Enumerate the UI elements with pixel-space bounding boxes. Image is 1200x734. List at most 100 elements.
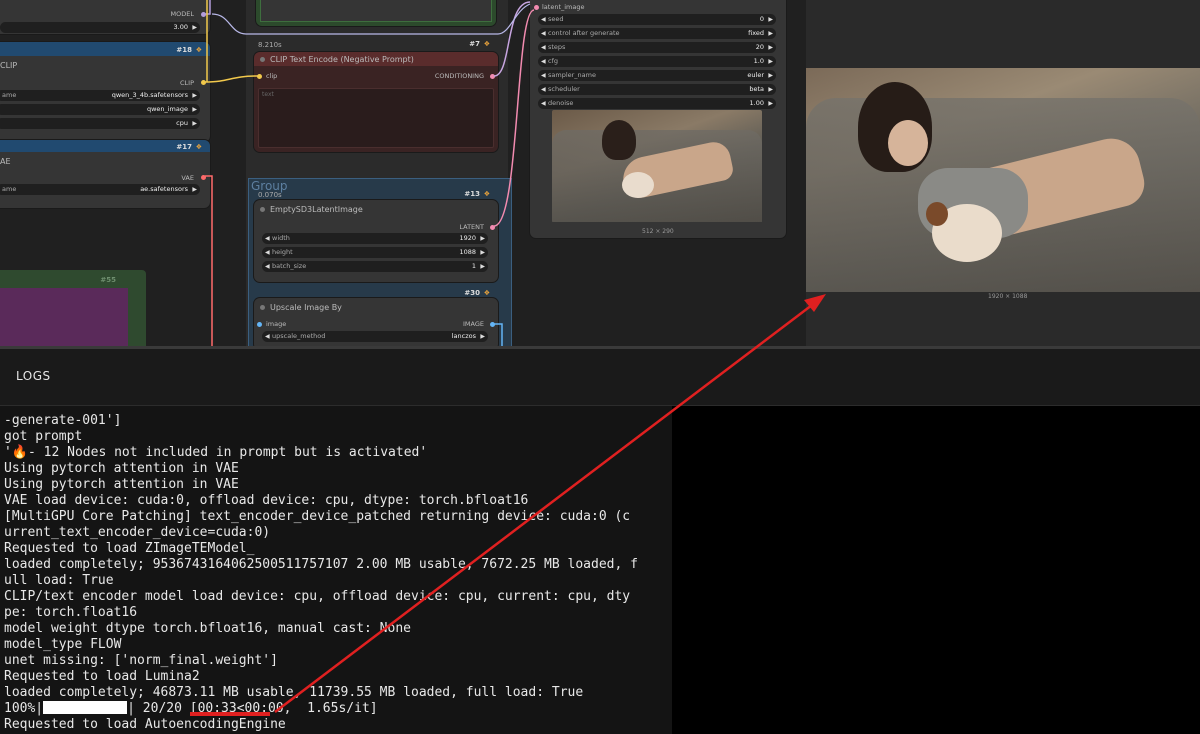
- ksampler-widget-seed[interactable]: ◀ seed 0 ▶: [538, 14, 776, 25]
- dropdown-arrow-icon[interactable]: ▶: [192, 104, 197, 115]
- image-input-dot[interactable]: [257, 322, 262, 327]
- progress-line: 100%| | 20/20 [00:33<00:00, 1.65s/it]: [4, 701, 378, 716]
- decrement-arrow-icon[interactable]: ◀: [265, 247, 270, 258]
- model-sampling-node[interactable]: MODEL 3.00 ▶: [0, 0, 210, 34]
- node-title: AE: [0, 157, 11, 166]
- log-line: Requested to load AutoencodingEngine: [4, 717, 286, 732]
- preview-size-label: 512 × 290: [642, 228, 674, 235]
- shift-widget[interactable]: 3.00 ▶: [0, 22, 200, 33]
- log-line: ull load: True: [4, 573, 114, 588]
- latent-input-label: latent_image: [542, 3, 585, 11]
- clip-device-widget[interactable]: cpu ▶: [0, 118, 200, 129]
- ksampler-preview-image[interactable]: [552, 110, 762, 222]
- log-line: model weight dtype torch.bfloat16, manua…: [4, 621, 411, 636]
- node-icon: ❖: [483, 190, 490, 198]
- upscale-image-node[interactable]: #30 ❖ Upscale Image By image IMAGE ◀ ups…: [254, 289, 498, 346]
- height-widget[interactable]: ◀ height 1088 ▶: [262, 247, 488, 258]
- collapse-dot[interactable]: [260, 207, 265, 212]
- negative-prompt-node[interactable]: #7 ❖ CLIP Text Encode (Negative Prompt) …: [254, 40, 498, 152]
- ksampler-widget-denoise[interactable]: ◀ denoise 1.00 ▶: [538, 98, 776, 109]
- ksampler-widget-scheduler[interactable]: ◀ scheduler beta ▶: [538, 84, 776, 95]
- clip-loader-node[interactable]: #18 ❖ CLIP CLIP ame qwen_3_4b.safetensor…: [0, 42, 210, 142]
- image-preview-panel: 1920 × 1088: [806, 0, 1200, 346]
- decrement-arrow-icon[interactable]: ◀: [541, 70, 546, 81]
- increment-arrow-icon[interactable]: ▶: [480, 233, 485, 244]
- increment-arrow-icon[interactable]: ▶: [768, 84, 773, 95]
- collapse-dot[interactable]: [260, 305, 265, 310]
- log-line: pe: torch.float16: [4, 605, 138, 620]
- log-line: Using pytorch attention in VAE: [4, 461, 239, 476]
- ksampler-widget-cfg[interactable]: ◀ cfg 1.0 ▶: [538, 56, 776, 67]
- increment-arrow-icon[interactable]: ▶: [480, 331, 485, 342]
- node-icon: ❖: [483, 40, 490, 48]
- node-title: CLIP: [0, 61, 18, 70]
- logs-output[interactable]: -generate-001'] got prompt '🔥- 12 Nodes no…: [0, 406, 672, 734]
- log-line: [MultiGPU Core Patching] text_encoder_de…: [4, 509, 631, 524]
- decrement-arrow-icon[interactable]: ◀: [541, 98, 546, 109]
- dog-shape: [622, 172, 654, 198]
- log-line: unet missing: ['norm_final.weight']: [4, 653, 278, 668]
- log-line: loaded completely; 46873.11 MB usable, 1…: [4, 685, 584, 700]
- positive-prompt-node[interactable]: [256, 0, 496, 26]
- decrement-arrow-icon[interactable]: ◀: [541, 42, 546, 53]
- node-icon: ❖: [195, 46, 202, 54]
- decrement-arrow-icon[interactable]: ◀: [541, 84, 546, 95]
- increment-arrow-icon[interactable]: ▶: [480, 247, 485, 258]
- increment-arrow-icon[interactable]: ▶: [768, 42, 773, 53]
- decrement-arrow-icon[interactable]: ◀: [541, 56, 546, 67]
- logs-header: LOGS: [0, 349, 1200, 406]
- upscale-method-widget[interactable]: ◀ upscale_method lanczos ▶: [262, 331, 488, 342]
- model-output-dot[interactable]: [201, 12, 206, 17]
- output-preview-image[interactable]: [806, 68, 1200, 292]
- dropdown-arrow-icon[interactable]: ▶: [192, 184, 197, 195]
- increment-arrow-icon[interactable]: ▶: [192, 22, 197, 33]
- negative-text-input[interactable]: text: [258, 88, 494, 148]
- image-output-dot[interactable]: [490, 322, 495, 327]
- conditioning-output-dot[interactable]: [490, 74, 495, 79]
- node-id-badge: #30: [464, 289, 480, 297]
- dropdown-arrow-icon[interactable]: ▶: [192, 90, 197, 101]
- vae-loader-node[interactable]: #17 ❖ AE VAE ame ae.safetensors ▶: [0, 140, 210, 208]
- vae-output-label: VAE: [181, 174, 194, 182]
- increment-arrow-icon[interactable]: ▶: [768, 28, 773, 39]
- log-line: urrent_text_encoder_device=cuda:0): [4, 525, 271, 540]
- increment-arrow-icon[interactable]: ▶: [768, 14, 773, 25]
- node-icon: ❖: [195, 143, 202, 151]
- clip-type-widget[interactable]: qwen_image ▶: [0, 104, 200, 115]
- decrement-arrow-icon[interactable]: ◀: [265, 233, 270, 244]
- log-line: -generate-001']: [4, 413, 122, 428]
- latent-image-node[interactable]: #13 ❖ EmptySD3LatentImage LATENT ◀ width…: [254, 190, 498, 282]
- vae-name-widget[interactable]: ame ae.safetensors ▶: [0, 184, 200, 195]
- dropdown-arrow-icon[interactable]: ▶: [192, 118, 197, 129]
- latent-output-dot[interactable]: [490, 225, 495, 230]
- image-input-label: image: [266, 320, 287, 328]
- ksampler-widget-sampler-name[interactable]: ◀ sampler_name euler ▶: [538, 70, 776, 81]
- ksampler-node[interactable]: latent_image ◀ seed 0 ▶ ◀ control after gener…: [530, 0, 786, 238]
- increment-arrow-icon[interactable]: ▶: [768, 98, 773, 109]
- preview-size-label: 1920 × 1088: [988, 293, 1028, 300]
- decrement-arrow-icon[interactable]: ◀: [541, 28, 546, 39]
- node-id-badge: #17: [176, 143, 192, 151]
- vae-output-dot[interactable]: [201, 175, 206, 180]
- ksampler-widget-steps[interactable]: ◀ steps 20 ▶: [538, 42, 776, 53]
- clip-name-widget[interactable]: ame qwen_3_4b.safetensors ▶: [0, 90, 200, 101]
- increment-arrow-icon[interactable]: ▶: [480, 261, 485, 272]
- clip-output-dot[interactable]: [201, 80, 206, 85]
- node-id-badge: #7: [469, 40, 480, 48]
- person-shape: [602, 120, 636, 160]
- ksampler-widget-control-after-generate[interactable]: ◀ control after generate fixed ▶: [538, 28, 776, 39]
- decrement-arrow-icon[interactable]: ◀: [265, 331, 270, 342]
- node-id-badge: #55: [100, 276, 116, 284]
- purple-node[interactable]: #55: [0, 270, 146, 346]
- increment-arrow-icon[interactable]: ▶: [768, 70, 773, 81]
- decrement-arrow-icon[interactable]: ◀: [541, 14, 546, 25]
- width-widget[interactable]: ◀ width 1920 ▶: [262, 233, 488, 244]
- batch-size-widget[interactable]: ◀ batch_size 1 ▶: [262, 261, 488, 272]
- node-canvas[interactable]: MODEL 3.00 ▶ #18 ❖ CLIP CLIP ame qwen_3_…: [0, 0, 806, 346]
- decrement-arrow-icon[interactable]: ◀: [265, 261, 270, 272]
- clip-input-dot[interactable]: [257, 74, 262, 79]
- latent-input-dot[interactable]: [534, 5, 539, 10]
- text-area[interactable]: [260, 0, 492, 22]
- increment-arrow-icon[interactable]: ▶: [768, 56, 773, 67]
- collapse-dot[interactable]: [260, 57, 265, 62]
